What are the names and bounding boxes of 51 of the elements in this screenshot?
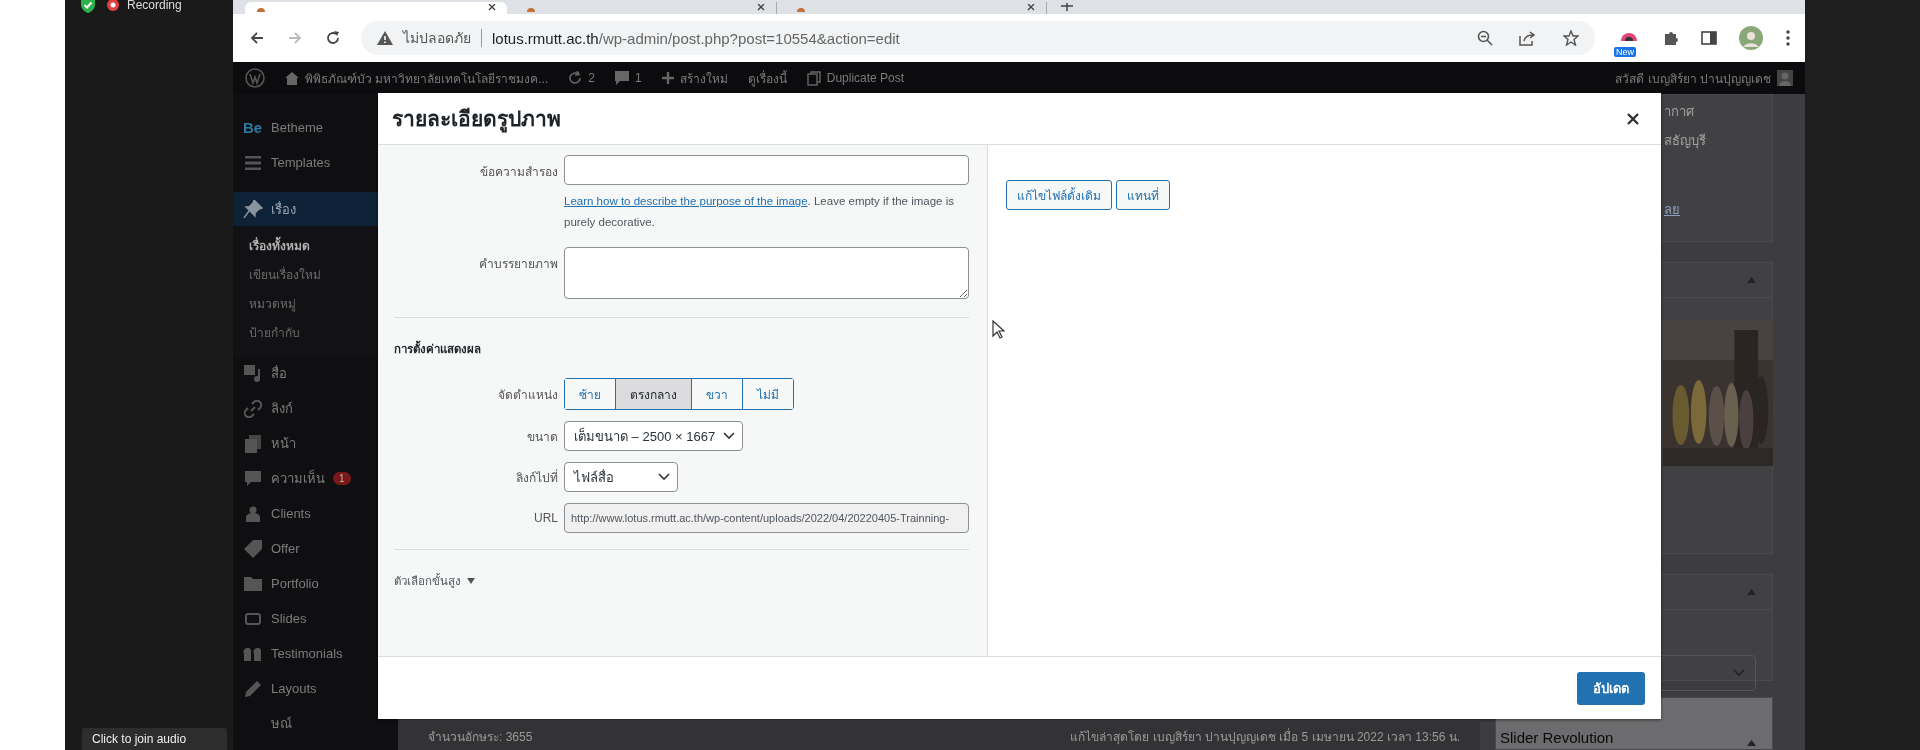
update-button[interactable]: อัปเดต [1577, 671, 1645, 705]
sidebar-item[interactable]: หน้า [233, 426, 398, 461]
logo: Be [243, 119, 263, 136]
sidebar-item[interactable]: ความเห็น 1 [233, 461, 398, 496]
sidebar-item[interactable]: Clients [233, 496, 398, 531]
modal-title: รายละเอียดรูปภาพ [392, 102, 561, 135]
duplicate-post-link[interactable]: Duplicate Post [806, 70, 905, 86]
greeting-link[interactable]: สวัสดี เบญสิร์ยา ปานปุญญเดช [1615, 68, 1793, 88]
count-badge: 1 [333, 472, 351, 485]
url-field[interactable]: http://www.lotus.rmutt.ac.th/wp-content/uploads/2022/04/20220405-Trainning- [564, 503, 969, 533]
sidebar-item[interactable]: สื่อ [233, 356, 398, 391]
sidebar-item[interactable]: ษณ์ [233, 706, 398, 741]
box-link[interactable]: ลย [1664, 199, 1772, 220]
address-bar[interactable]: ไม่ปลอดภัย lotus.rmutt.ac.th/wp-admin/post.php?post=10554&action=edit [361, 21, 1595, 55]
help-text: Learn how to describe the purpose of the image. Leave empty if the image is purely decorative. [564, 194, 955, 230]
view-post-link[interactable]: ดูเรื่องนี้ [747, 68, 787, 88]
box-title: Slider Revolution [1500, 729, 1614, 746]
field-label: ขนาด [526, 428, 558, 446]
field-label: จัดตำแหน่ง [497, 386, 558, 404]
field-label: ข้อความสำรอง [479, 164, 558, 181]
image-action-button[interactable]: แก้ไขไฟล์ดั้งเดิม [1006, 180, 1112, 210]
site-name-link[interactable]: พิพิธภัณฑ์บัว มหาวิทยาลัยเทคโนโลยีราชมงค... [285, 68, 549, 88]
word-count: จำนวนอักษระ: 3655 [428, 728, 533, 746]
section-heading: การตั้งค่าแสดงผล [394, 340, 969, 358]
last-edited-text: แก้ไขล่าสุดโดย เบญสิร์ยา ปานปุญญเดช เมื่อ 5 เมษายน 2022 เวลา 13:56 น. [1070, 727, 1460, 746]
updates-link[interactable]: 2 [568, 71, 596, 85]
recording-label: Recording [127, 0, 182, 12]
size-select[interactable]: เต็มขนาด – 2500 × 1667 [564, 421, 744, 451]
link-to-select[interactable]: ไฟล์สื่อ [564, 462, 678, 492]
field-label: คำบรรยายภาพ [478, 256, 558, 273]
join-audio-tooltip[interactable]: Click to join audio [82, 728, 227, 750]
sidebar-item[interactable]: Offer [233, 531, 398, 566]
sidebar-item[interactable]: Layouts [233, 671, 398, 706]
url-text: lotus.rmutt.ac.th/wp-admin/post.php?post=10554&action=edit [492, 29, 900, 47]
sidebar-item[interactable]: ลิงก์ [233, 391, 398, 426]
field-label: ลิงก์ไปที่ [515, 468, 558, 487]
alignment-option[interactable]: ตรงกลาง [615, 379, 691, 409]
alignment-option[interactable]: ไม่มี [742, 379, 793, 409]
image-action-button[interactable]: แทนที่ [1116, 180, 1170, 210]
box-text: ากาศ [1664, 103, 1695, 121]
field-label: URL [533, 511, 558, 525]
new-content-link[interactable]: สร้างใหม่ [661, 68, 728, 88]
box-text: สธัญบุรี [1664, 132, 1707, 151]
advanced-options-toggle[interactable]: ตัวเลือกขั้นสูง [394, 572, 969, 590]
security-label: ไม่ปลอดภัย [403, 29, 471, 48]
help-link[interactable]: Learn how to describe the purpose of the image [564, 195, 808, 207]
new-badge: New [1614, 47, 1636, 57]
sidebar-item[interactable]: Testimonials [233, 636, 398, 671]
sidebar-item[interactable]: Slides [233, 601, 398, 636]
sidebar-item[interactable]: Templates [233, 145, 398, 180]
comments-link[interactable]: 1 [615, 71, 642, 85]
